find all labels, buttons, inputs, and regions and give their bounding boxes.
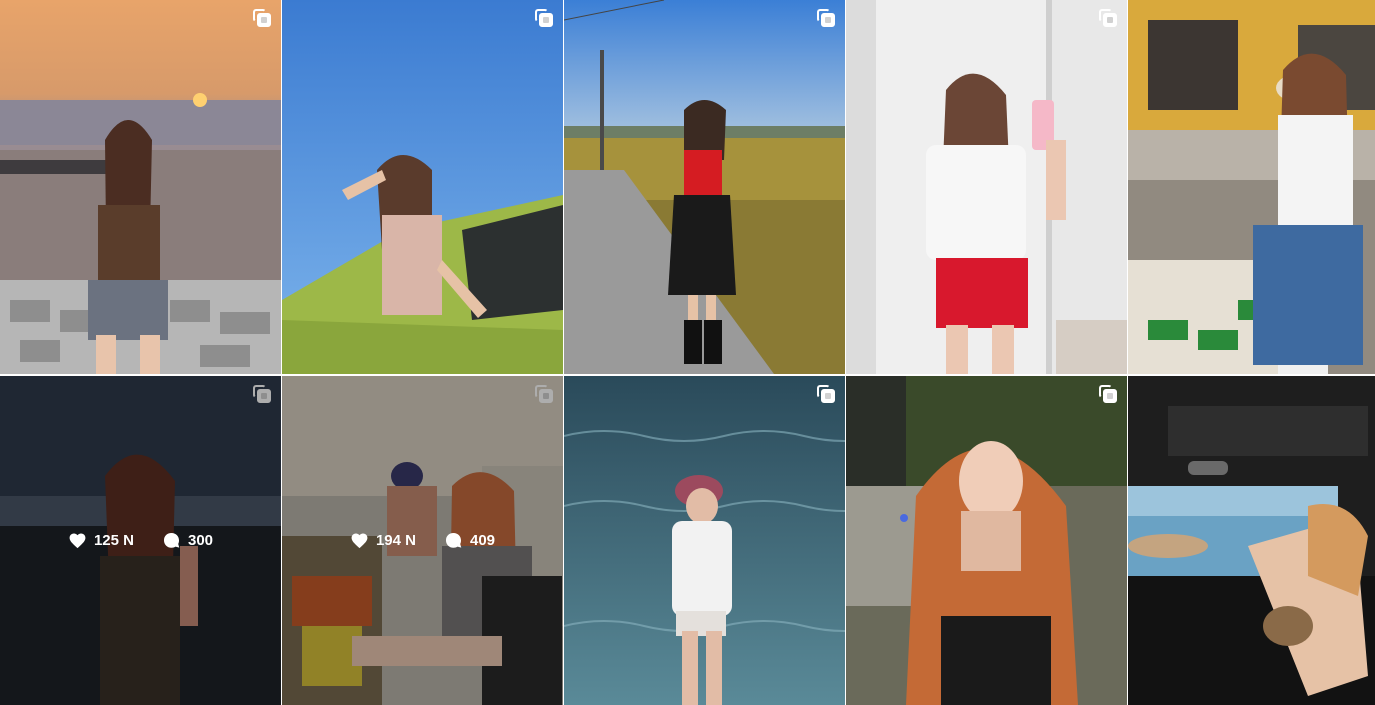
post-image xyxy=(1128,376,1375,705)
post-hover-stats: 194 N 409 xyxy=(282,376,563,705)
carousel-icon xyxy=(535,9,553,27)
comments-count: 300 xyxy=(162,531,213,550)
post-tile-hover[interactable]: 194 N 409 xyxy=(282,376,563,705)
likes-value: 194 N xyxy=(375,532,416,549)
comment-icon xyxy=(163,532,180,548)
heart-icon xyxy=(69,533,86,549)
post-tile[interactable] xyxy=(1128,0,1375,374)
post-image xyxy=(564,0,845,374)
likes-count: 125 N xyxy=(68,531,134,550)
post-tile[interactable] xyxy=(846,376,1127,705)
carousel-icon xyxy=(1099,9,1117,27)
comments-value: 409 xyxy=(470,532,496,549)
carousel-icon xyxy=(817,9,835,27)
post-image xyxy=(1128,0,1375,374)
heart-icon xyxy=(351,533,368,549)
carousel-icon xyxy=(1099,385,1117,403)
likes-value: 125 N xyxy=(93,532,134,549)
post-tile[interactable] xyxy=(282,0,563,374)
post-image xyxy=(846,376,1127,705)
post-image xyxy=(0,0,281,374)
post-tile[interactable] xyxy=(564,0,845,374)
post-tile[interactable] xyxy=(1128,376,1375,705)
post-image xyxy=(846,0,1127,374)
comment-icon xyxy=(445,532,462,548)
posts-grid: 125 N 300 194 N 409 xyxy=(0,0,1375,705)
post-image xyxy=(282,0,563,374)
post-tile[interactable] xyxy=(564,376,845,705)
post-hover-stats: 125 N 300 xyxy=(0,376,281,705)
post-tile-hover[interactable]: 125 N 300 xyxy=(0,376,281,705)
comments-value: 300 xyxy=(188,532,214,549)
post-tile[interactable] xyxy=(0,0,281,374)
post-image xyxy=(564,376,845,705)
carousel-icon xyxy=(817,385,835,403)
carousel-icon xyxy=(253,9,271,27)
likes-count: 194 N xyxy=(350,531,416,550)
post-tile[interactable] xyxy=(846,0,1127,374)
comments-count: 409 xyxy=(444,531,495,550)
